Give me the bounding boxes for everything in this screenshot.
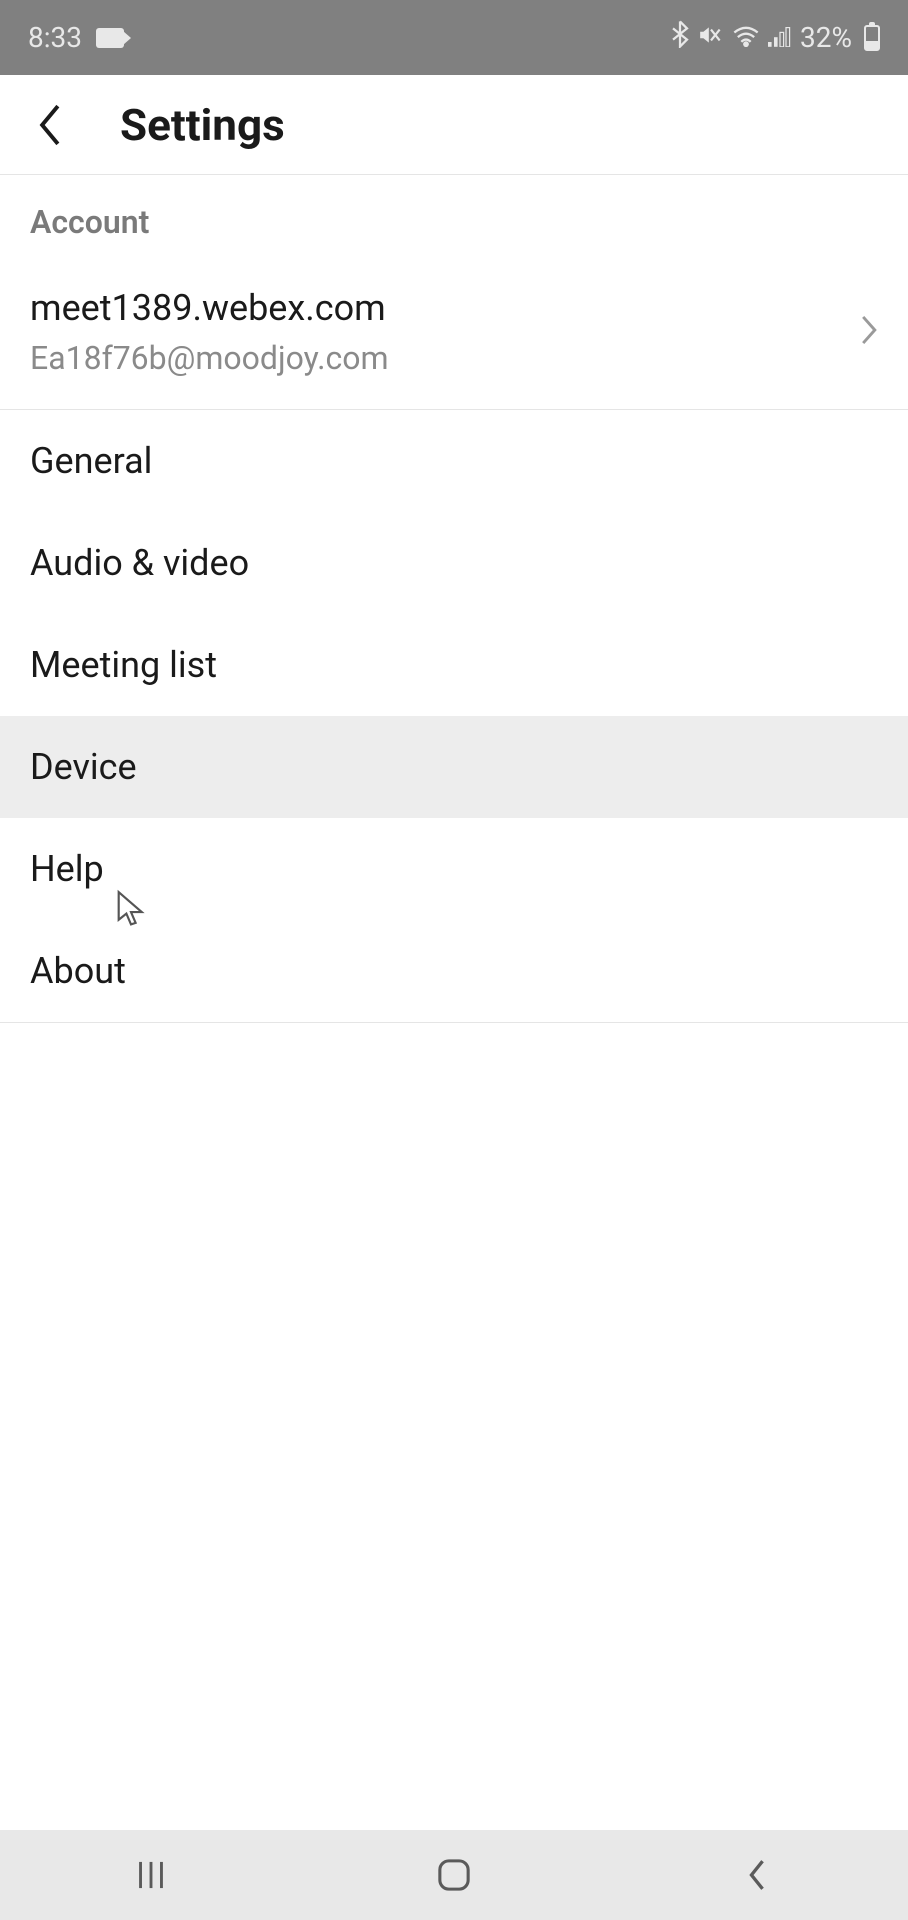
menu-item-audio-video[interactable]: Audio & video bbox=[0, 512, 908, 614]
status-right: 32% bbox=[670, 20, 880, 55]
recent-apps-icon bbox=[134, 1858, 168, 1892]
back-icon bbox=[744, 1857, 770, 1893]
status-bar: 8:33 bbox=[0, 0, 908, 75]
menu-item-label: Audio & video bbox=[30, 542, 249, 584]
menu-item-label: Meeting list bbox=[30, 644, 217, 686]
menu-list: General Audio & video Meeting list Devic… bbox=[0, 410, 908, 1023]
nav-recent-button[interactable] bbox=[121, 1845, 181, 1905]
menu-item-general[interactable]: General bbox=[0, 410, 908, 512]
section-header-account: Account bbox=[0, 175, 908, 259]
back-button[interactable] bbox=[30, 105, 70, 145]
app-header: Settings bbox=[0, 75, 908, 175]
chevron-right-icon bbox=[860, 314, 878, 350]
home-icon bbox=[436, 1857, 472, 1893]
settings-content: Account meet1389.webex.com Ea18f76b@mood… bbox=[0, 175, 908, 1023]
wifi-icon bbox=[732, 21, 760, 54]
chevron-left-icon bbox=[36, 103, 64, 147]
menu-item-label: Help bbox=[30, 848, 104, 890]
account-site: meet1389.webex.com bbox=[30, 287, 389, 329]
video-recording-icon bbox=[96, 28, 124, 48]
battery-percent: 32% bbox=[800, 21, 852, 54]
bluetooth-icon bbox=[670, 20, 690, 55]
menu-item-help[interactable]: Help bbox=[0, 818, 908, 920]
menu-item-label: General bbox=[30, 440, 152, 482]
battery-icon bbox=[864, 25, 880, 51]
page-title: Settings bbox=[120, 99, 285, 151]
menu-item-label: Device bbox=[30, 746, 137, 788]
menu-item-meeting-list[interactable]: Meeting list bbox=[0, 614, 908, 716]
status-time: 8:33 bbox=[28, 21, 82, 54]
account-row[interactable]: meet1389.webex.com Ea18f76b@moodjoy.com bbox=[0, 259, 908, 410]
account-info: meet1389.webex.com Ea18f76b@moodjoy.com bbox=[30, 287, 389, 377]
mute-vibrate-icon bbox=[698, 21, 724, 54]
nav-home-button[interactable] bbox=[424, 1845, 484, 1905]
signal-icon bbox=[768, 21, 792, 54]
menu-item-about[interactable]: About bbox=[0, 920, 908, 1022]
nav-back-button[interactable] bbox=[727, 1845, 787, 1905]
system-nav-bar bbox=[0, 1830, 908, 1920]
account-email: Ea18f76b@moodjoy.com bbox=[30, 339, 389, 377]
status-left: 8:33 bbox=[28, 21, 124, 54]
menu-item-label: About bbox=[30, 950, 126, 992]
menu-item-device[interactable]: Device bbox=[0, 716, 908, 818]
